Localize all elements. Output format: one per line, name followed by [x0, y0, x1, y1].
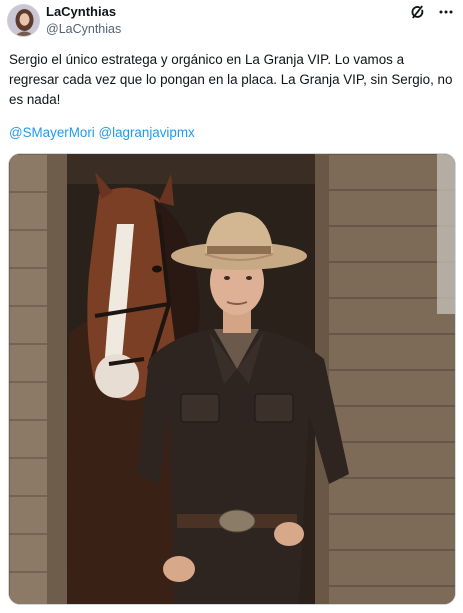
mention-link[interactable]: @SMayerMori	[9, 125, 95, 140]
tweet: LaCynthias @LaCynthias Sergio el único e…	[0, 0, 463, 613]
tweet-media-photo[interactable]	[8, 153, 456, 605]
author-avatar[interactable]	[7, 4, 40, 37]
mention-link[interactable]: @lagranjavipmx	[99, 125, 195, 140]
tweet-actions	[409, 3, 455, 21]
tweet-mentions: @SMayerMori @lagranjavipmx	[9, 124, 195, 142]
tweet-text: Sergio el único estratega y orgánico en …	[9, 52, 453, 107]
grok-icon[interactable]	[409, 3, 427, 21]
more-options-icon[interactable]	[437, 3, 455, 21]
author-info: LaCynthias @LaCynthias	[46, 4, 121, 37]
photo-cowboy-and-horse	[9, 154, 455, 604]
avatar-image	[8, 5, 39, 36]
author-display-name[interactable]: LaCynthias	[46, 4, 121, 20]
author-handle[interactable]: @LaCynthias	[46, 21, 121, 37]
